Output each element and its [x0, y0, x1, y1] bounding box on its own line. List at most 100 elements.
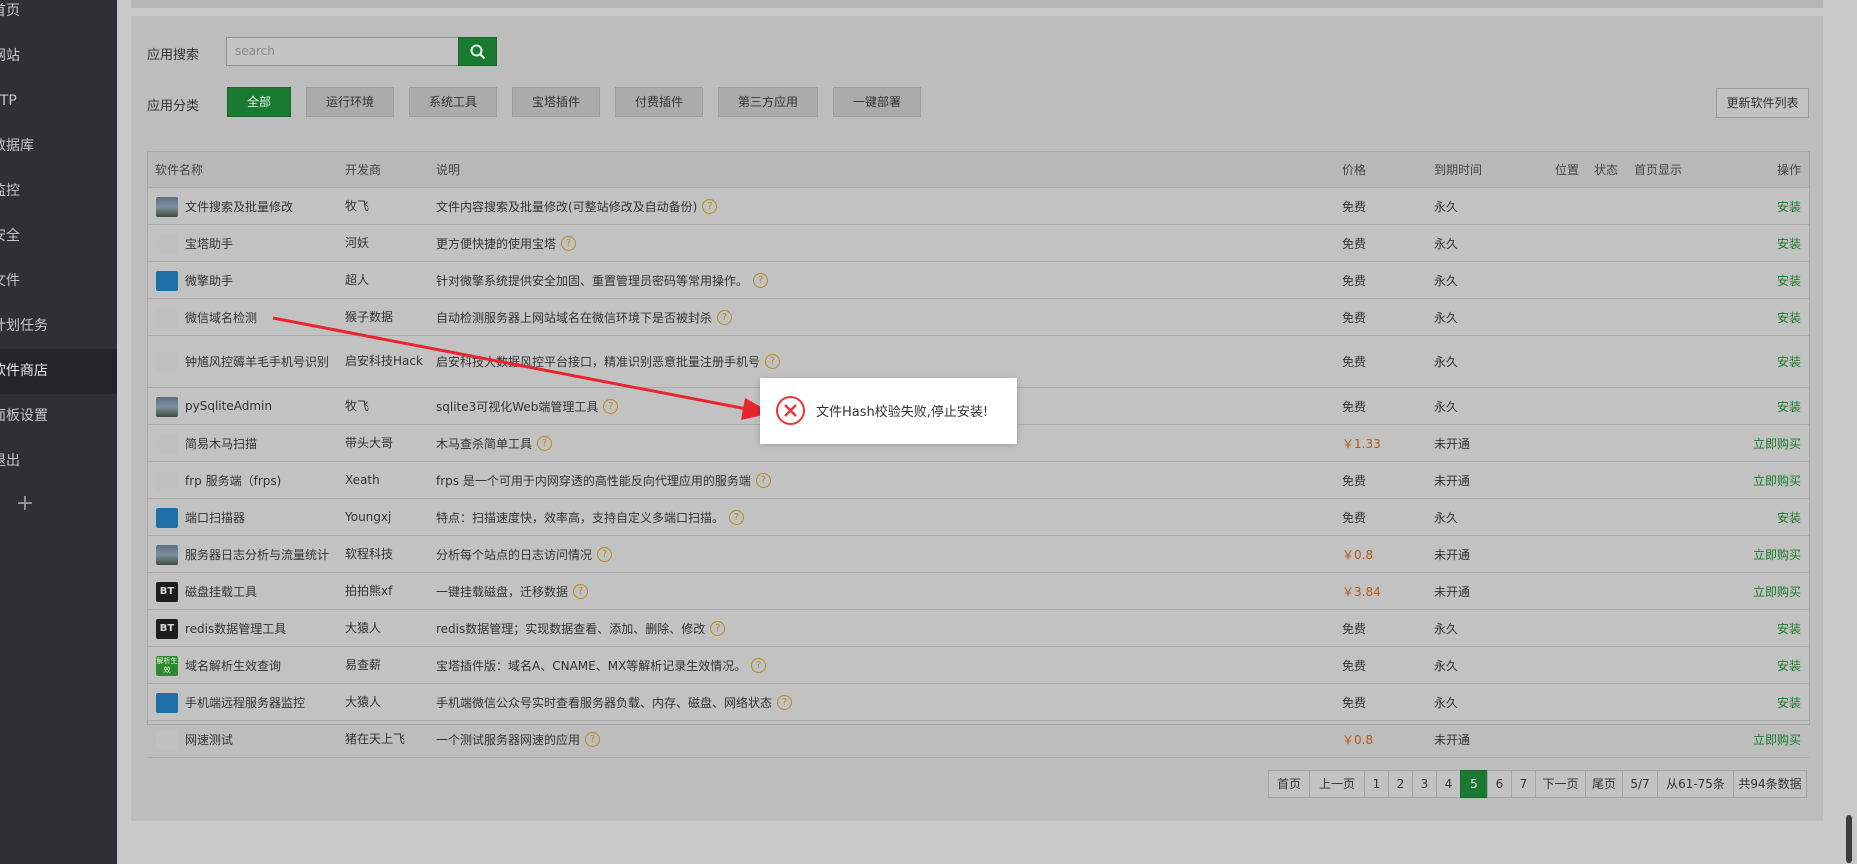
developer: 软程科技 [345, 546, 394, 561]
buy-now-button[interactable]: 立即购买 [1753, 536, 1801, 572]
buy-now-button[interactable]: 立即购买 [1753, 573, 1801, 609]
help-icon[interactable]: ? [561, 235, 577, 251]
software-name: frp 服务端（frps) [185, 473, 282, 488]
description-text: 木马查杀简单工具 [436, 436, 533, 451]
description: 特点：扫描速度快，效率高，支持自定义多端口扫描。? [436, 499, 1336, 535]
developer: 拍拍熊xf [345, 583, 393, 598]
page-item-3[interactable]: 2 [1388, 770, 1413, 798]
help-icon[interactable]: ? [755, 472, 771, 488]
sidebar-item-6[interactable]: 文件 [0, 259, 117, 304]
category-tab-0[interactable]: 全部 [227, 87, 291, 117]
header-description: 说明 [436, 163, 461, 177]
help-icon[interactable]: ? [597, 546, 613, 562]
scroll-thumb[interactable] [1846, 815, 1852, 863]
help-icon[interactable]: ? [603, 398, 619, 414]
description-text: 宝塔插件版：域名A、CNAME、MX等解析记录生效情况。 [436, 658, 747, 673]
sidebar-item-2[interactable]: FTP [0, 79, 117, 124]
page-item-1[interactable]: 上一页 [1309, 770, 1365, 798]
buy-now-button[interactable]: 立即购买 [1753, 462, 1801, 498]
help-icon[interactable]: ? [765, 354, 781, 369]
expire-time: 永久 [1434, 273, 1459, 288]
help-icon[interactable]: ? [585, 731, 601, 747]
table-row: 服务器日志分析与流量统计 软程科技 分析每个站点的日志访问情况? ￥0.8 未开通 立即购… [148, 536, 1809, 573]
install-button[interactable]: 安装 [1777, 499, 1801, 535]
category-tab-6[interactable]: 一键部署 [833, 87, 921, 117]
expire-time: 未开通 [1434, 547, 1471, 562]
category-tab-4[interactable]: 付费插件 [615, 87, 703, 117]
search-button[interactable] [458, 37, 497, 66]
search-input[interactable]: search [226, 37, 459, 66]
scrollbar[interactable] [1842, 0, 1857, 864]
page-item-9[interactable]: 下一页 [1535, 770, 1586, 798]
help-icon[interactable]: ? [777, 694, 793, 710]
help-icon[interactable]: ? [573, 583, 589, 599]
cloud-icon [156, 470, 178, 491]
page-item-7[interactable]: 6 [1487, 770, 1512, 798]
category-tab-3[interactable]: 宝塔插件 [512, 87, 600, 117]
helper-icon [156, 233, 178, 254]
page-item-6[interactable]: 5 [1460, 770, 1488, 798]
sidebar-item-9[interactable]: 面板设置 [0, 394, 117, 439]
description: 手机端微信公众号实时查看服务器负载、内存、磁盘、网络状态? [436, 684, 1336, 720]
page-item-12[interactable]: 从61-75条 [1657, 770, 1734, 798]
error-alert: 文件Hash校验失败,停止安装! [760, 378, 1017, 444]
sidebar-item-10[interactable]: 退出 [0, 439, 117, 484]
help-icon[interactable]: ? [751, 657, 767, 673]
sidebar-item-4[interactable]: 监控 [0, 169, 117, 214]
sidebar-item-3[interactable]: 数据库 [0, 124, 117, 169]
table-row: BT redis数据管理工具 大猿人 redis数据管理；实现数据查看、添加、删除、修… [148, 610, 1809, 647]
page-item-4[interactable]: 3 [1412, 770, 1437, 798]
sidebar-item-0[interactable]: 首页 [0, 0, 117, 34]
sidebar-item-8[interactable]: 软件商店 [0, 349, 117, 394]
page-item-11[interactable]: 5/7 [1622, 770, 1658, 798]
developer: 猪在天上飞 [345, 731, 406, 746]
description-text: 更方便快捷的使用宝塔 [436, 236, 557, 251]
add-icon[interactable]: + [0, 489, 50, 519]
category-tab-2[interactable]: 系统工具 [409, 87, 497, 117]
install-button[interactable]: 安装 [1777, 684, 1801, 720]
install-button[interactable]: 安装 [1777, 299, 1801, 335]
expire-time: 未开通 [1434, 584, 1471, 599]
buy-now-button[interactable]: 立即购买 [1753, 721, 1801, 757]
developer: 易查薪 [345, 657, 382, 672]
install-button[interactable]: 安装 [1777, 647, 1801, 683]
description: 更方便快捷的使用宝塔? [436, 225, 1336, 261]
expire-time: 永久 [1434, 310, 1459, 325]
page-item-8[interactable]: 7 [1511, 770, 1536, 798]
help-icon[interactable]: ? [537, 435, 553, 451]
install-button[interactable]: 安装 [1777, 388, 1801, 424]
search-label: 应用搜索 [147, 48, 200, 63]
category-label: 应用分类 [147, 99, 200, 114]
category-tab-1[interactable]: 运行环境 [306, 87, 394, 117]
install-button[interactable]: 安装 [1777, 225, 1801, 261]
update-software-list-button[interactable]: 更新软件列表 [1716, 88, 1809, 118]
sidebar-item-7[interactable]: 计划任务 [0, 304, 117, 349]
install-button[interactable]: 安装 [1777, 188, 1801, 224]
page-item-10[interactable]: 尾页 [1585, 770, 1623, 798]
buy-now-button[interactable]: 立即购买 [1753, 425, 1801, 461]
install-button[interactable]: 安装 [1777, 262, 1801, 298]
expire-time: 永久 [1434, 399, 1459, 414]
expire-time: 未开通 [1434, 436, 1471, 451]
help-icon[interactable]: ? [729, 509, 745, 525]
expire-time: 未开通 [1434, 732, 1471, 747]
page-item-5[interactable]: 4 [1436, 770, 1461, 798]
top-strip [131, 0, 1823, 8]
page-item-2[interactable]: 1 [1364, 770, 1389, 798]
bt-icon: BT [156, 581, 178, 602]
help-icon[interactable]: ? [717, 309, 733, 325]
help-icon[interactable]: ? [702, 198, 718, 214]
install-button[interactable]: 安装 [1777, 610, 1801, 646]
page-item-13[interactable]: 共94条数据 [1733, 770, 1807, 798]
install-button[interactable]: 安装 [1777, 336, 1801, 387]
description: 自动检测服务器上网站域名在微信环境下是否被封杀? [436, 299, 1336, 335]
sidebar-item-1[interactable]: 网站 [0, 34, 117, 79]
sidebar-item-5[interactable]: 安全 [0, 214, 117, 259]
speed-icon [156, 729, 178, 750]
help-icon[interactable]: ? [710, 620, 726, 636]
help-icon[interactable]: ? [753, 272, 769, 288]
page-item-0[interactable]: 首页 [1268, 770, 1310, 798]
header-position: 位置 [1555, 163, 1580, 177]
monitor-icon [156, 692, 178, 713]
category-tab-5[interactable]: 第三方应用 [718, 87, 818, 117]
